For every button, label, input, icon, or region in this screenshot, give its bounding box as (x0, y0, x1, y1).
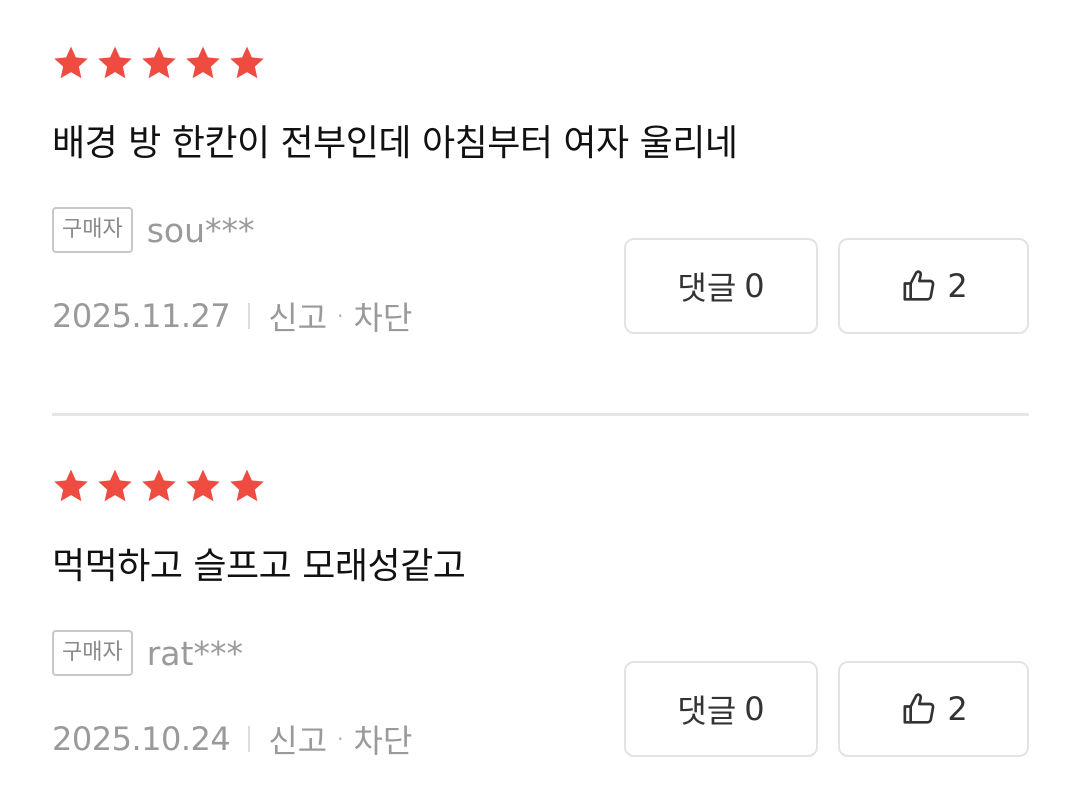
star-rating (52, 44, 266, 84)
thumbs-up-icon (899, 689, 939, 729)
star-icon (184, 467, 222, 505)
block-link[interactable]: 차단 (353, 293, 412, 339)
star-icon (184, 44, 222, 82)
meta-divider (248, 303, 251, 329)
review-date: 2025.11.27 (52, 297, 231, 335)
like-count: 2 (947, 690, 968, 728)
block-link[interactable]: 차단 (353, 716, 412, 762)
thumbs-up-icon (899, 266, 939, 306)
dot-separator: · (337, 304, 344, 328)
star-icon (140, 467, 178, 505)
comment-label: 댓글 (677, 692, 737, 730)
star-icon (52, 467, 90, 505)
review-meta: 2025.11.27 신고 · 차단 (52, 292, 412, 340)
report-link[interactable]: 신고 (268, 293, 327, 339)
like-count: 2 (947, 267, 968, 305)
star-icon (228, 467, 266, 505)
reviewer-info: 구매자 rat*** (52, 629, 243, 677)
review-date: 2025.10.24 (52, 720, 231, 758)
reviewer-info: 구매자 sou*** (52, 206, 255, 254)
comment-button[interactable]: 댓글 0 (624, 238, 818, 334)
dot-separator: · (337, 727, 344, 751)
star-rating (52, 467, 266, 507)
buyer-badge: 구매자 (52, 630, 133, 676)
star-icon (140, 44, 178, 82)
like-button[interactable]: 2 (838, 661, 1029, 757)
star-icon (96, 467, 134, 505)
review-item: 먹먹하고 슬프고 모래성같고 구매자 rat*** 2025.10.24 신고 … (52, 463, 1029, 810)
review-text: 배경 방 한칸이 전부인데 아침부터 여자 울리네 (52, 123, 738, 164)
review-list: 배경 방 한칸이 전부인데 아침부터 여자 울리네 구매자 sou*** 202… (0, 0, 1080, 810)
comment-label: 댓글 (677, 269, 737, 307)
comment-count: 0 (744, 690, 765, 728)
star-icon (52, 44, 90, 82)
report-link[interactable]: 신고 (268, 716, 327, 762)
meta-divider (248, 726, 251, 752)
star-icon (96, 44, 134, 82)
review-item: 배경 방 한칸이 전부인데 아침부터 여자 울리네 구매자 sou*** 202… (52, 40, 1029, 400)
star-icon (228, 44, 266, 82)
reviewer-username: rat*** (146, 633, 243, 673)
review-text: 먹먹하고 슬프고 모래성같고 (52, 546, 466, 587)
comment-count: 0 (744, 267, 765, 305)
buyer-badge: 구매자 (52, 207, 133, 253)
review-divider (52, 413, 1029, 416)
like-button[interactable]: 2 (838, 238, 1029, 334)
review-meta: 2025.10.24 신고 · 차단 (52, 715, 412, 763)
comment-button[interactable]: 댓글 0 (624, 661, 818, 757)
reviewer-username: sou*** (146, 210, 255, 250)
